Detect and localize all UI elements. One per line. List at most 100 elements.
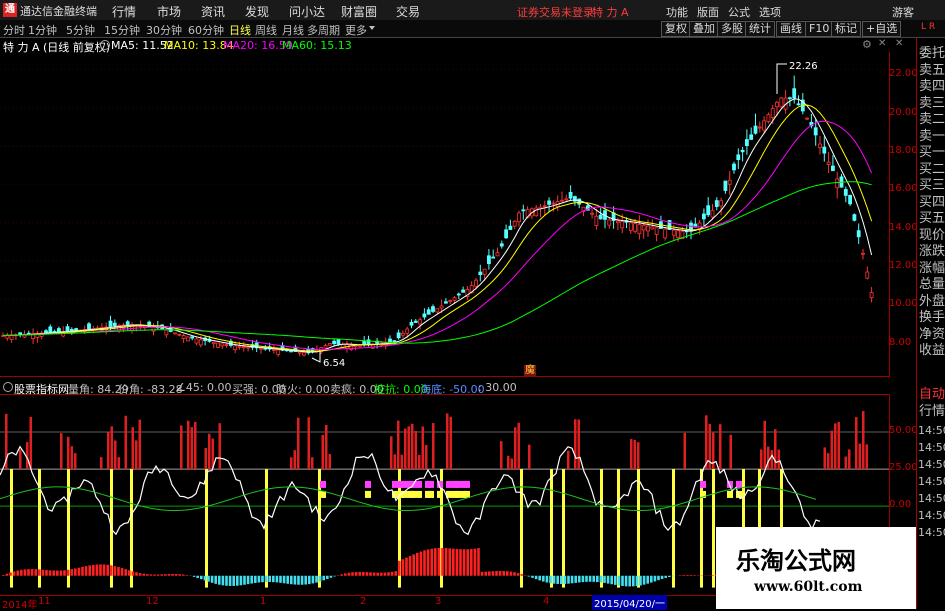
candle[interactable] (449, 300, 452, 301)
overlay-button[interactable]: 叠加 (689, 21, 719, 37)
candle[interactable] (819, 144, 822, 148)
menu-quotes[interactable]: 行情 (112, 3, 136, 20)
candle[interactable] (672, 230, 675, 235)
settings-gear-icon[interactable]: ⚙ (862, 38, 872, 51)
close-icon[interactable]: ✕ (878, 38, 886, 49)
tab-15min[interactable]: 15分钟 (104, 22, 140, 38)
guest-label[interactable]: 游客 (892, 4, 914, 20)
candle[interactable] (109, 321, 112, 326)
candle[interactable] (591, 213, 594, 214)
tab-weekly[interactable]: 周线 (255, 22, 277, 38)
candle[interactable] (797, 104, 800, 105)
candle[interactable] (745, 140, 748, 146)
candle[interactable] (242, 347, 245, 348)
candle[interactable] (655, 228, 658, 235)
candle[interactable] (763, 121, 766, 130)
menu-news[interactable]: 资讯 (201, 3, 225, 20)
candle[interactable] (844, 189, 847, 195)
candle[interactable] (616, 221, 619, 223)
candle[interactable] (608, 220, 611, 225)
candle[interactable] (728, 180, 731, 184)
multi-stock-button[interactable]: 多股 (717, 21, 747, 37)
menu-layout[interactable]: 版面 (697, 4, 719, 20)
candle[interactable] (152, 327, 155, 331)
candlestick-chart[interactable]: 22.266.54 (0, 52, 889, 376)
tab-1min[interactable]: 1分钟 (28, 22, 57, 38)
candle[interactable] (298, 352, 301, 353)
tab-5min[interactable]: 5分钟 (66, 22, 95, 38)
candle[interactable] (677, 231, 680, 238)
candle[interactable] (165, 330, 168, 335)
menu-options[interactable]: 选项 (759, 4, 781, 20)
candle[interactable] (238, 346, 241, 347)
menu-wealth[interactable]: 财富圈 (341, 3, 377, 20)
auto-label[interactable]: 自动 (919, 387, 945, 403)
candle[interactable] (260, 348, 263, 349)
candle[interactable] (827, 162, 830, 164)
candle[interactable] (518, 213, 521, 222)
candle[interactable] (303, 352, 306, 355)
candle[interactable] (780, 98, 783, 107)
candle[interactable] (862, 253, 865, 254)
candle[interactable] (436, 309, 439, 312)
candle[interactable] (324, 346, 327, 349)
candle[interactable] (143, 326, 146, 327)
candle[interactable] (788, 98, 791, 99)
candle[interactable] (715, 201, 718, 207)
candle[interactable] (277, 350, 280, 354)
candle[interactable] (414, 321, 417, 322)
candle[interactable] (462, 290, 465, 292)
candle[interactable] (217, 343, 220, 347)
candle[interactable] (290, 351, 293, 352)
candle[interactable] (358, 345, 361, 346)
candle[interactable] (741, 150, 744, 151)
add-watchlist-button[interactable]: +自选 (862, 21, 901, 37)
candle[interactable] (522, 210, 525, 211)
candle[interactable] (823, 147, 826, 153)
candle[interactable] (113, 323, 116, 326)
candle[interactable] (642, 225, 645, 230)
candle[interactable] (182, 336, 185, 339)
candle[interactable] (423, 314, 426, 317)
menu-formula[interactable]: 公式 (728, 4, 750, 20)
candle[interactable] (492, 257, 495, 258)
candle[interactable] (758, 127, 761, 128)
candle[interactable] (397, 333, 400, 338)
restore-rights-button[interactable]: 复权 (661, 21, 691, 37)
candle[interactable] (853, 215, 856, 221)
candle[interactable] (419, 320, 422, 324)
candle[interactable] (831, 166, 834, 171)
candle[interactable] (174, 333, 177, 334)
candle[interactable] (513, 221, 516, 226)
close-icon[interactable]: ✕ (895, 38, 903, 49)
tab-60min[interactable]: 60分钟 (188, 22, 224, 38)
draw-line-button[interactable]: 画线 (776, 21, 806, 37)
candle[interactable] (49, 327, 52, 332)
candle[interactable] (578, 199, 581, 204)
tab-monthly[interactable]: 月线 (282, 22, 304, 38)
candle[interactable] (186, 337, 189, 341)
candle[interactable] (221, 344, 224, 346)
candle[interactable] (565, 199, 568, 200)
statistics-button[interactable]: 统计 (745, 21, 775, 37)
candle[interactable] (225, 345, 228, 346)
menu-discover[interactable]: 发现 (245, 3, 269, 20)
candle[interactable] (509, 226, 512, 229)
candle[interactable] (212, 342, 215, 343)
candle[interactable] (410, 322, 413, 325)
menu-market[interactable]: 市场 (157, 3, 181, 20)
candle[interactable] (737, 155, 740, 160)
candle[interactable] (126, 322, 129, 325)
candle[interactable] (234, 346, 237, 350)
candle[interactable] (487, 256, 490, 264)
mark-button[interactable]: 标记 (831, 21, 861, 37)
f10-button[interactable]: F10 (805, 21, 833, 37)
candle[interactable] (199, 340, 202, 345)
tab-30min[interactable]: 30分钟 (146, 22, 182, 38)
tab-multi-period[interactable]: 多周期 (307, 22, 340, 38)
candle[interactable] (500, 244, 503, 246)
menu-trade[interactable]: 交易 (396, 3, 420, 20)
candle[interactable] (754, 126, 757, 133)
menu-ask[interactable]: 问小达 (289, 3, 325, 20)
candle[interactable] (427, 310, 430, 315)
